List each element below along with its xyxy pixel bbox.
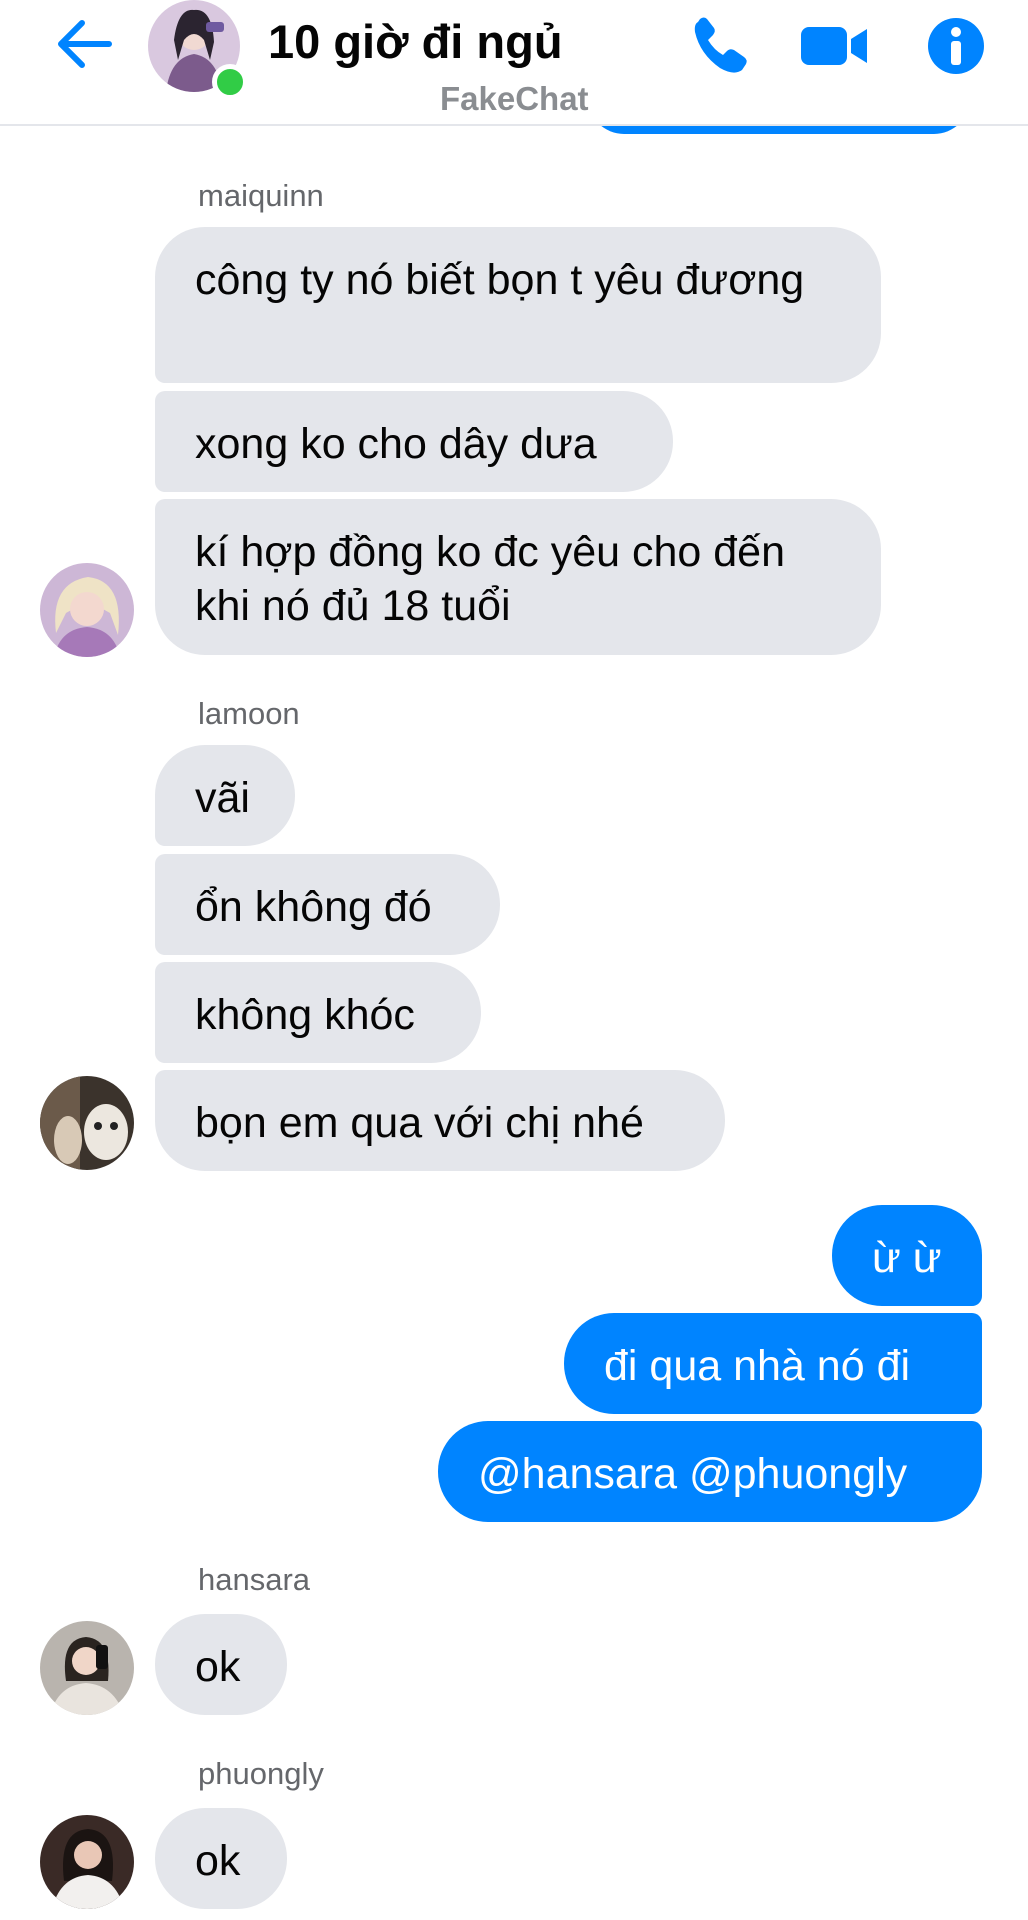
incoming-message[interactable]: công ty nó biết bọn t yêu đương: [155, 227, 881, 383]
phone-icon: [694, 17, 747, 73]
outgoing-message[interactable]: đi qua nhà nó đi: [564, 1313, 982, 1414]
back-button[interactable]: [48, 12, 120, 76]
video-call-button[interactable]: [798, 10, 870, 82]
incoming-message[interactable]: bọn em qua với chị nhé: [155, 1070, 725, 1171]
incoming-message[interactable]: ok: [155, 1614, 287, 1715]
incoming-message[interactable]: vãi: [155, 745, 295, 846]
info-icon: [928, 18, 984, 74]
chat-header: 10 giờ đi ngủ FakeChat: [0, 0, 1028, 126]
chat-screen: 10 giờ đi ngủ FakeChat maiquinn công ty …: [0, 0, 1028, 1920]
online-status-indicator: [212, 64, 248, 100]
incoming-message[interactable]: ổn không đó: [155, 854, 500, 955]
sender-avatar[interactable]: [40, 1815, 134, 1909]
incoming-message[interactable]: ok: [155, 1808, 287, 1909]
incoming-message[interactable]: kí hợp đồng ko đc yêu cho đến khi nó đủ …: [155, 499, 881, 655]
incoming-message[interactable]: không khóc: [155, 962, 481, 1063]
back-arrow-icon: [58, 20, 112, 68]
info-button[interactable]: [920, 10, 992, 82]
voice-call-button[interactable]: [684, 10, 756, 82]
sender-avatar[interactable]: [40, 563, 134, 657]
sender-avatar[interactable]: [40, 1621, 134, 1715]
incoming-message[interactable]: xong ko cho dây dưa: [155, 391, 673, 492]
outgoing-message[interactable]: @hansara @phuongly: [438, 1421, 982, 1522]
sender-name: maiquinn: [198, 178, 324, 213]
group-avatar[interactable]: [148, 0, 248, 100]
sender-name: phuongly: [198, 1756, 324, 1791]
outgoing-message[interactable]: ừ ừ: [832, 1205, 982, 1306]
video-camera-icon: [801, 27, 867, 65]
sender-name: lamoon: [198, 696, 300, 731]
sender-name: hansara: [198, 1562, 311, 1597]
watermark-label: FakeChat: [440, 80, 589, 117]
chat-title[interactable]: 10 giờ đi ngủ: [268, 14, 563, 69]
sender-avatar[interactable]: [40, 1076, 134, 1170]
